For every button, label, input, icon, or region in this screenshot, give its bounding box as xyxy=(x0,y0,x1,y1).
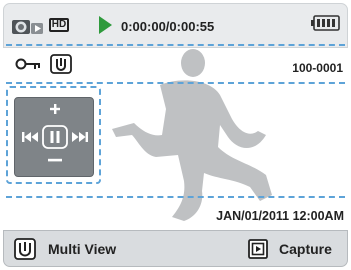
playback-control-pad xyxy=(14,97,94,177)
next-icon[interactable] xyxy=(72,131,88,143)
volume-up-icon[interactable] xyxy=(50,104,60,114)
camcorder-screen: HD 0:00:00/0:00:55 100-0001 JAN/01/2011 … xyxy=(0,0,351,270)
hd-badge-text: HD xyxy=(51,19,67,30)
video-frame-silhouette xyxy=(112,49,272,221)
divider-info xyxy=(6,82,345,84)
hd-quality-badge: HD xyxy=(49,18,69,32)
multi-view-label: Multi View xyxy=(48,241,117,257)
previous-icon[interactable] xyxy=(22,131,38,143)
capture-icon xyxy=(248,239,268,259)
capture-label: Capture xyxy=(279,241,332,257)
recording-datetime: JAN/01/2011 12:00AM xyxy=(216,209,344,223)
multi-view-indicator-icon xyxy=(50,54,72,74)
playback-time: 0:00:00/0:00:55 xyxy=(121,19,215,34)
play-icon xyxy=(99,16,112,34)
pause-button[interactable] xyxy=(42,125,68,149)
battery-icon xyxy=(311,15,340,31)
capture-button[interactable]: Capture xyxy=(248,233,346,265)
file-number: 100-0001 xyxy=(292,61,343,75)
divider-top xyxy=(6,44,345,46)
playback-mode-icon xyxy=(12,20,43,34)
divider-bottom xyxy=(6,196,345,198)
multi-view-button[interactable]: Multi View xyxy=(6,233,156,265)
key-protect-icon xyxy=(15,58,40,70)
volume-down-icon[interactable] xyxy=(48,157,62,163)
multi-view-icon xyxy=(14,238,36,260)
